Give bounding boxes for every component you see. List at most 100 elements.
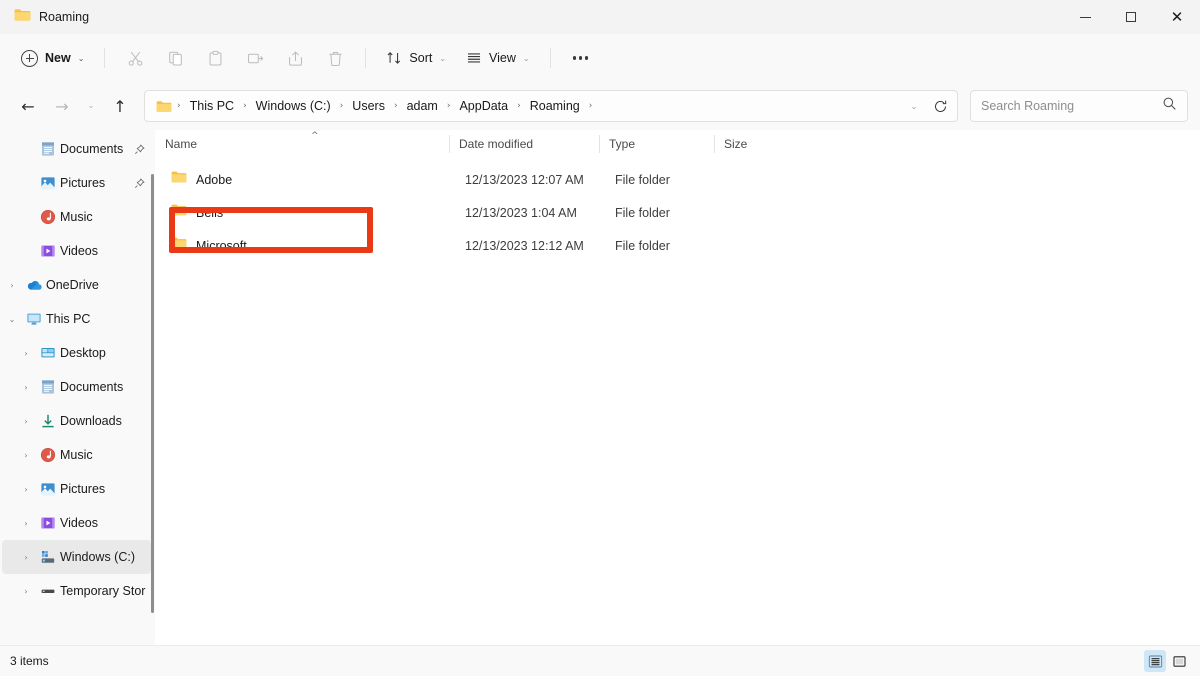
file-name-cell[interactable]: Bells <box>161 203 455 222</box>
chevron-right-icon[interactable]: › <box>16 451 36 460</box>
column-header-name[interactable]: Name ^ <box>155 130 449 158</box>
tempdrive-icon <box>36 583 60 599</box>
forward-button[interactable]: → <box>46 90 78 122</box>
chevron-down-icon: ⌄ <box>87 101 95 111</box>
table-row[interactable]: Adobe12/13/2023 12:07 AMFile folder <box>161 163 1194 196</box>
sidebar-scrollbar[interactable] <box>151 174 154 613</box>
file-name-cell[interactable]: Microsoft <box>161 236 455 255</box>
type-cell: File folder <box>605 173 720 187</box>
table-row[interactable]: Microsoft12/13/2023 12:12 AMFile folder <box>161 229 1194 262</box>
chevron-right-icon[interactable]: › <box>16 519 36 528</box>
breadcrumb-bar[interactable]: › This PC › Windows (C:) › Users › adam … <box>144 90 958 122</box>
sidebar-item-pictures[interactable]: ›Pictures <box>2 472 151 506</box>
minimize-button[interactable] <box>1062 0 1108 34</box>
search-box[interactable] <box>970 90 1188 122</box>
cut-button[interactable] <box>116 42 154 74</box>
share-button[interactable] <box>276 42 314 74</box>
onedrive-icon <box>22 277 46 293</box>
chevron-right-icon[interactable]: › <box>16 553 36 562</box>
file-name-cell[interactable]: Adobe <box>161 170 455 189</box>
maximize-icon <box>1126 12 1136 22</box>
thispc-icon <box>22 311 46 327</box>
column-header-size[interactable]: Size <box>714 130 799 158</box>
close-icon: ✕ <box>1171 10 1184 25</box>
new-button[interactable]: New ⌄ <box>14 42 93 74</box>
breadcrumb-item-users[interactable]: Users <box>346 96 391 116</box>
arrow-left-icon: ← <box>21 97 34 116</box>
breadcrumb-item-this-pc[interactable]: This PC <box>184 96 240 116</box>
rename-button[interactable] <box>236 42 274 74</box>
breadcrumb-separator[interactable]: › <box>392 101 400 111</box>
breadcrumb-separator[interactable]: › <box>445 101 453 111</box>
column-header-type[interactable]: Type <box>599 130 714 158</box>
back-button[interactable]: ← <box>12 90 44 122</box>
breadcrumb-item-roaming[interactable]: Roaming <box>524 96 586 116</box>
sidebar-item-label: Videos <box>60 244 147 258</box>
navigation-pane: Documents Pictures Music Videos ›OneDrive⌄Th… <box>0 130 155 645</box>
maximize-button[interactable] <box>1108 0 1154 34</box>
table-row[interactable]: Bells12/13/2023 1:04 AMFile folder <box>161 196 1194 229</box>
sidebar-item-videos[interactable]: ›Videos <box>2 506 151 540</box>
details-view-button[interactable] <box>1144 650 1166 672</box>
sort-arrows-icon <box>386 50 402 66</box>
sidebar-item-documents[interactable]: ›Documents <box>2 370 151 404</box>
breadcrumb-item-appdata[interactable]: AppData <box>453 96 514 116</box>
new-button-label: New <box>45 51 71 65</box>
breadcrumb-separator[interactable]: › <box>338 101 346 111</box>
breadcrumb-separator[interactable]: › <box>587 101 595 111</box>
breadcrumb-item-windows-c[interactable]: Windows (C:) <box>250 96 337 116</box>
pin-icon[interactable] <box>131 178 147 189</box>
recent-locations-button[interactable]: ⌄ <box>80 90 102 122</box>
search-input[interactable] <box>981 99 1162 113</box>
sidebar-item-onedrive[interactable]: ›OneDrive <box>2 268 151 302</box>
sidebar-item-documents[interactable]: Documents <box>2 132 151 166</box>
sidebar-item-downloads[interactable]: ›Downloads <box>2 404 151 438</box>
close-button[interactable]: ✕ <box>1154 0 1200 34</box>
sidebar-item-pictures[interactable]: Pictures <box>2 166 151 200</box>
paste-button[interactable] <box>196 42 234 74</box>
sidebar-item-desktop[interactable]: ›Desktop <box>2 336 151 370</box>
sidebar-item-temporary-stor[interactable]: ›Temporary Stor <box>2 574 151 608</box>
chevron-down-icon[interactable]: ⌄ <box>2 315 22 324</box>
file-rows: Adobe12/13/2023 12:07 AMFile folderBells… <box>155 158 1200 645</box>
folder-icon <box>171 203 187 222</box>
sidebar-item-music[interactable]: Music <box>2 200 151 234</box>
large-icons-view-button[interactable] <box>1168 650 1190 672</box>
sidebar-item-windows-c[interactable]: ›Windows (C:) <box>2 540 151 574</box>
chevron-right-icon[interactable]: › <box>16 587 36 596</box>
column-header-type-label: Type <box>609 137 635 151</box>
chevron-down-icon: ⌄ <box>78 54 85 63</box>
ellipsis-icon <box>573 56 589 59</box>
search-icon[interactable] <box>1162 96 1177 116</box>
view-button[interactable]: View ⌄ <box>457 42 539 74</box>
column-header-date-modified[interactable]: Date modified <box>449 130 599 158</box>
chevron-right-icon[interactable]: › <box>16 383 36 392</box>
address-dropdown-button[interactable]: ⌄ <box>901 90 927 122</box>
refresh-icon <box>933 99 948 114</box>
documents-icon <box>36 379 60 395</box>
sidebar-item-music[interactable]: ›Music <box>2 438 151 472</box>
chevron-right-icon[interactable]: › <box>2 281 22 290</box>
chevron-right-icon[interactable]: › <box>16 485 36 494</box>
breadcrumb-item-adam[interactable]: adam <box>401 96 444 116</box>
sidebar-item-this-pc[interactable]: ⌄This PC <box>2 302 151 336</box>
chevron-right-icon[interactable]: › <box>16 349 36 358</box>
see-more-button[interactable] <box>562 42 600 74</box>
drive-icon <box>36 549 60 565</box>
breadcrumb-separator[interactable]: › <box>241 101 249 111</box>
breadcrumb-separator[interactable]: › <box>175 101 183 111</box>
pin-icon[interactable] <box>131 144 147 155</box>
music-icon <box>36 209 60 225</box>
up-button[interactable]: ↑ <box>104 90 136 122</box>
sidebar-item-videos[interactable]: Videos <box>2 234 151 268</box>
refresh-button[interactable] <box>927 90 953 122</box>
title-bar-left: Roaming <box>0 8 89 27</box>
sidebar-item-label: Pictures <box>60 176 131 190</box>
breadcrumb-separator[interactable]: › <box>515 101 523 111</box>
sort-button[interactable]: Sort ⌄ <box>377 42 455 74</box>
pictures-icon <box>36 175 60 191</box>
chevron-right-icon[interactable]: › <box>16 417 36 426</box>
arrow-up-icon: ↑ <box>113 97 126 116</box>
copy-button[interactable] <box>156 42 194 74</box>
delete-button[interactable] <box>316 42 354 74</box>
